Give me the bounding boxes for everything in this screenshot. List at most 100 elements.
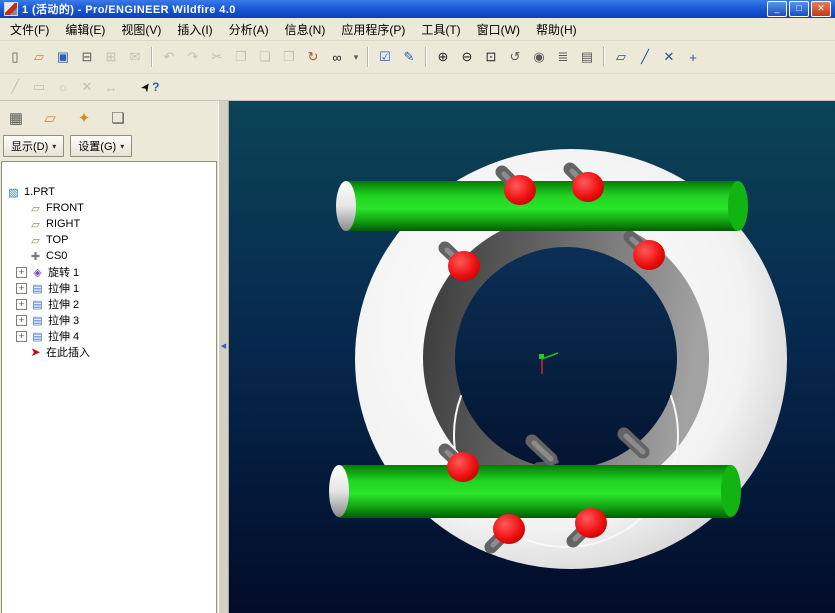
menu-tools[interactable]: 工具(T) [413,19,468,40]
minimize-button[interactable]: _ [767,1,787,17]
select-filter-button[interactable]: ☑ [374,46,396,68]
datum-plane-display-toggle[interactable]: ▱ [610,46,632,68]
tree-item-label: CS0 [46,250,68,262]
datum-axis-display-toggle[interactable]: ╱ [634,46,656,68]
view-manager-button[interactable]: ▤ [576,46,598,68]
expand-icon[interactable]: + [16,330,27,342]
zoom-out-button[interactable]: ⊖ [456,46,478,68]
dimension-button[interactable]: ↔ [100,76,122,98]
tree-item-top[interactable]: ▱ TOP [2,232,216,248]
tree-item-label: FRONT [46,202,84,214]
open-file-button[interactable]: ▱ [28,46,50,68]
refit-button[interactable]: ⊡ [480,46,502,68]
graphics-viewport[interactable] [229,101,835,613]
save-button[interactable]: ▣ [52,46,74,68]
smart-select-button[interactable]: ✎ [398,46,420,68]
menu-info[interactable]: 信息(N) [277,19,334,40]
tree-item-label: 1.PRT [24,186,55,198]
print-preview-button[interactable]: ⊞ [100,46,122,68]
green-tube-top[interactable] [336,181,748,231]
datum-axis-icon: ╱ [641,49,649,64]
refit-icon: ⊡ [485,49,497,64]
redo-button[interactable]: ↷ [182,46,204,68]
titlebar: 1 (活动的) - Pro/ENGINEER Wildfire 4.0 _ □ … [0,0,835,18]
expand-icon[interactable]: + [16,314,27,326]
paste-icon: ❏ [259,49,271,64]
select-filter-icon: ☑ [379,49,391,64]
saved-views-icon: ◉ [533,49,545,64]
maximize-button[interactable]: □ [789,1,809,17]
tree-item-insert-here[interactable]: ➤ 在此插入 [2,344,216,360]
secondary-toolbar: ╱ ▭ ○ ✕ ↔ ➤ ? [0,74,835,101]
tree-item-label: 在此插入 [46,347,90,359]
paste-special-button[interactable]: ❒ [278,46,300,68]
csys-display-toggle[interactable]: + [682,46,704,68]
find-button[interactable]: ∞ [326,46,348,68]
collapse-tree-button[interactable]: ◀ [219,333,228,359]
tree-item-revolve-1[interactable]: + ◈ 旋转 1 [2,264,216,280]
panel-splitter[interactable]: ◀ [218,101,229,613]
print-button[interactable]: ⊟ [76,46,98,68]
paste-special-icon: ❒ [283,49,295,64]
redo-icon: ↷ [187,49,199,64]
regenerate-button[interactable]: ↻ [302,46,324,68]
undo-button[interactable]: ↶ [158,46,180,68]
tree-item-cs0[interactable]: ✚ CS0 [2,248,216,264]
tree-filter-button[interactable]: ▦ [5,107,27,129]
tree-item-extrude-1[interactable]: + ▤ 拉伸 1 [2,280,216,296]
menu-edit[interactable]: 编辑(E) [57,19,113,40]
menu-view[interactable]: 视图(V) [113,19,169,40]
favorites-button[interactable]: ✦ [73,107,95,129]
tree-item-right[interactable]: ▱ RIGHT [2,216,216,232]
datum-point-display-toggle[interactable]: ✕ [658,46,680,68]
close-button[interactable]: ✕ [811,1,831,17]
tree-item-extrude-4[interactable]: + ▤ 拉伸 4 [2,328,216,344]
toolbar-more-dropdown[interactable]: ▾ [350,46,362,68]
expand-icon[interactable]: + [16,266,27,278]
csys-icon: ✚ [30,250,41,263]
printer-icon: ⊟ [81,49,93,64]
send-button[interactable]: ✉ [124,46,146,68]
green-tube-bottom[interactable] [329,465,741,518]
sketch-rect-button[interactable]: ▭ [28,76,50,98]
sketch-circle-button[interactable]: ○ [52,76,74,98]
zoom-in-button[interactable]: ⊕ [432,46,454,68]
show-dropdown-button[interactable]: 显示(D) ▾ [3,135,65,157]
toolbar-separator [367,47,369,67]
menu-analysis[interactable]: 分析(A) [221,19,277,40]
tree-item-extrude-3[interactable]: + ▤ 拉伸 3 [2,312,216,328]
zoom-out-icon: ⊖ [461,49,473,64]
cut-button[interactable]: ✂ [206,46,228,68]
tree-item-part[interactable]: ▧ 1.PRT [2,184,216,200]
tree-item-extrude-2[interactable]: + ▤ 拉伸 2 [2,296,216,312]
tree-item-front[interactable]: ▱ FRONT [2,200,216,216]
saved-views-button[interactable]: ◉ [528,46,550,68]
reorient-button[interactable]: ↺ [504,46,526,68]
menu-applications[interactable]: 应用程序(P) [333,19,413,40]
toolbar-separator [425,47,427,67]
revolve-feature-icon: ◈ [33,266,42,279]
sketch-line-button[interactable]: ╱ [4,76,26,98]
open-folder-icon: ▱ [34,49,44,64]
menu-help[interactable]: 帮助(H) [528,19,585,40]
expand-icon[interactable]: + [16,298,27,310]
menu-window[interactable]: 窗口(W) [469,19,528,40]
paste-button[interactable]: ❏ [254,46,276,68]
menu-file[interactable]: 文件(F) [2,19,57,40]
model-canvas[interactable] [229,101,835,613]
menu-insert[interactable]: 插入(I) [169,19,220,40]
add-folder-button[interactable]: ▱ [39,107,61,129]
settings-dropdown-button[interactable]: 设置(G) ▾ [70,135,133,157]
part-icon: ▧ [8,186,19,199]
new-file-button[interactable]: ▯ [4,46,26,68]
favorites-icon: ✦ [77,110,91,127]
sketch-trim-button[interactable]: ✕ [76,76,98,98]
layers-button[interactable]: ≣ [552,46,574,68]
window-title: 1 (活动的) - Pro/ENGINEER Wildfire 4.0 [22,4,236,16]
expand-icon[interactable]: + [16,282,27,294]
copy-button[interactable]: ❐ [230,46,252,68]
tree-item-label: 拉伸 1 [48,283,80,295]
datum-plane-icon: ▱ [616,49,626,64]
tree-item-label: 旋转 1 [48,267,80,279]
tree-switch-button[interactable]: ❏ [107,107,129,129]
